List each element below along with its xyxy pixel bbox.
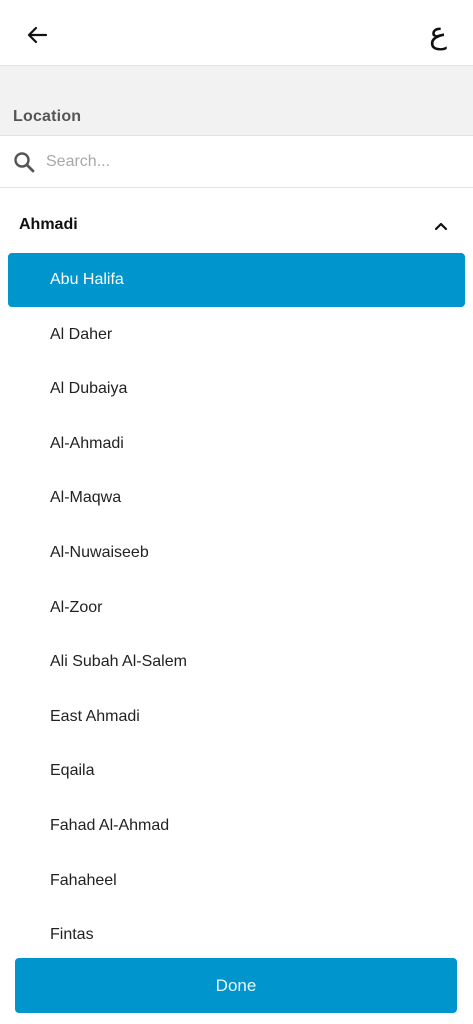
search-icon bbox=[14, 152, 35, 173]
location-list: Abu Halifa Al Daher Al Dubaiya Al-Ahmadi… bbox=[0, 253, 473, 953]
location-picker-screen: ع Location Ahmadi Abu Halifa Al Daher Al… bbox=[0, 0, 473, 1024]
chevron-up-icon bbox=[434, 222, 448, 231]
group-title: Ahmadi bbox=[19, 216, 78, 233]
language-toggle-button[interactable]: ع bbox=[429, 14, 447, 54]
list-item-selected[interactable]: Abu Halifa bbox=[8, 253, 465, 307]
back-button[interactable] bbox=[22, 20, 52, 50]
search-input[interactable] bbox=[46, 146, 446, 178]
list-item[interactable]: Fahaheel bbox=[8, 854, 465, 908]
footer-bar: Done bbox=[0, 952, 473, 1024]
list-item[interactable]: Fintas bbox=[8, 908, 465, 953]
arrow-left-icon bbox=[27, 26, 48, 44]
list-item[interactable]: Fahad Al-Ahmad bbox=[8, 799, 465, 853]
list-item[interactable]: Eqaila bbox=[8, 744, 465, 798]
list-item[interactable]: Al-Ahmadi bbox=[8, 417, 465, 471]
list-item[interactable]: Al Daher bbox=[8, 308, 465, 362]
list-item[interactable]: Al-Zoor bbox=[8, 581, 465, 635]
list-item[interactable]: Al-Nuwaiseeb bbox=[8, 526, 465, 580]
list-item[interactable]: Al-Maqwa bbox=[8, 471, 465, 525]
section-title: Location bbox=[13, 108, 82, 125]
group-header-ahmadi[interactable]: Ahmadi bbox=[0, 198, 473, 254]
top-bar: ع bbox=[0, 0, 473, 66]
search-bar bbox=[0, 136, 473, 188]
list-item[interactable]: Ali Subah Al-Salem bbox=[8, 635, 465, 689]
list-item[interactable]: East Ahmadi bbox=[8, 690, 465, 744]
done-button[interactable]: Done bbox=[15, 958, 457, 1013]
location-section-header: Location bbox=[0, 66, 473, 136]
list-item[interactable]: Al Dubaiya bbox=[8, 362, 465, 416]
